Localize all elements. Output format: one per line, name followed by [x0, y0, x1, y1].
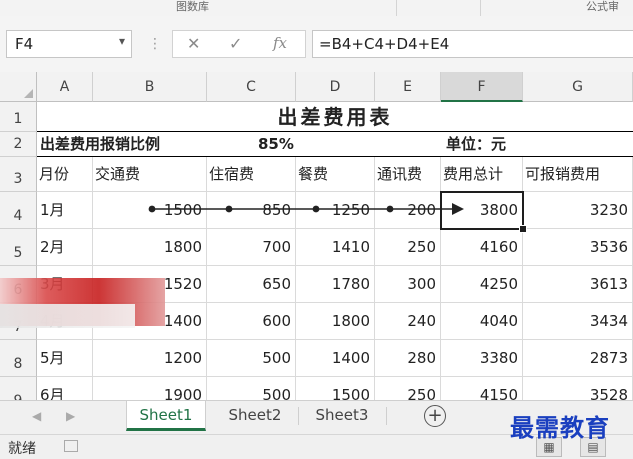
tab-sheet1[interactable]: Sheet1 — [126, 401, 206, 431]
formula-input[interactable]: =B4+C4+D4+E4 — [312, 30, 633, 58]
trace-precedents-arrow — [148, 203, 464, 215]
tab-divider — [298, 407, 299, 425]
tab-sheet3[interactable]: Sheet3 — [300, 401, 384, 431]
ribbon-group-label: 图数库 — [176, 0, 209, 13]
spreadsheet-grid: A B C D E F G 1 2 3 4 5 6 7 8 9 出差费用表 出差… — [0, 72, 633, 400]
add-sheet-button[interactable]: + — [424, 405, 446, 427]
formula-text: =B4+C4+D4+E4 — [319, 35, 450, 53]
check-icon[interactable]: ✓ — [229, 34, 242, 53]
macro-record-icon[interactable] — [64, 440, 78, 452]
drag-handle-icon[interactable]: ⋮ — [148, 36, 162, 52]
formula-buttons: ✕ ✓ fx — [172, 30, 306, 58]
ribbon-divider — [480, 0, 481, 16]
selected-cell-f4[interactable] — [440, 191, 524, 230]
close-icon[interactable]: ✕ — [187, 34, 200, 53]
chevron-down-icon[interactable]: ▾ — [119, 34, 125, 48]
tab-sheet2[interactable]: Sheet2 — [214, 401, 296, 431]
fill-handle[interactable] — [519, 225, 527, 233]
ribbon-group-label: 公式审 — [586, 0, 619, 13]
chevron-left-icon[interactable]: ◀ — [32, 409, 41, 423]
ribbon-strip: 图数库 公式审 — [0, 0, 633, 17]
tab-divider — [386, 407, 387, 425]
fx-icon[interactable]: fx — [273, 34, 287, 52]
watermark-logo: 最需教育 — [510, 413, 610, 442]
status-ready: 就绪 — [8, 441, 36, 457]
chevron-right-icon[interactable]: ▶ — [66, 409, 75, 423]
name-box[interactable]: F4 ▾ — [6, 30, 132, 58]
ribbon-divider — [396, 0, 397, 16]
name-box-value: F4 — [15, 35, 34, 53]
formula-bar: F4 ▾ ⋮ ✕ ✓ fx =B4+C4+D4+E4 — [0, 16, 633, 73]
